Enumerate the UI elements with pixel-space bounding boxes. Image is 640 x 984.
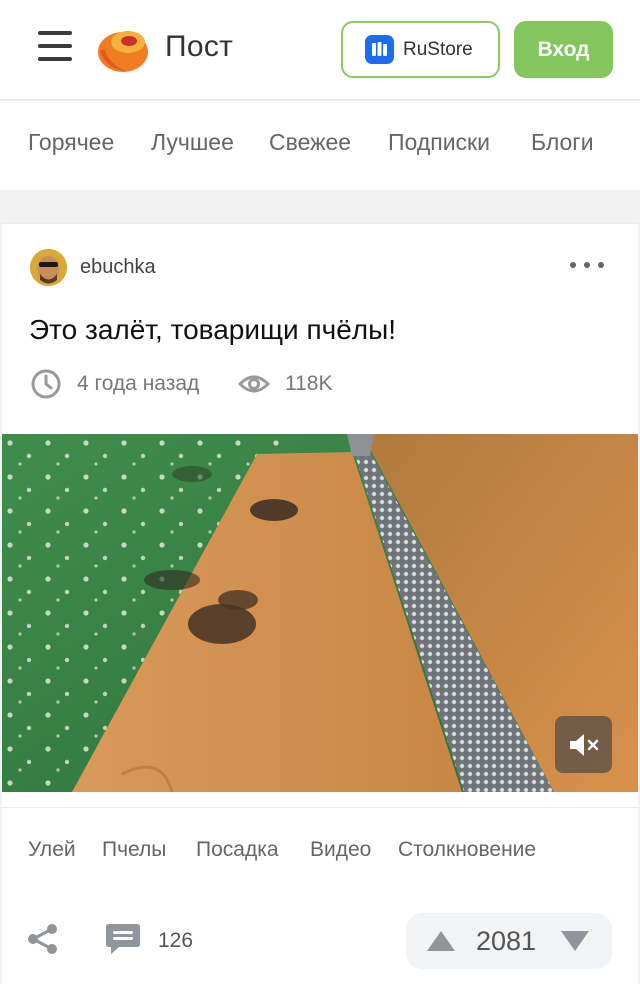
rustore-label: RuStore [403, 38, 473, 60]
login-button[interactable]: Вход [514, 21, 613, 78]
avatar[interactable] [30, 249, 67, 286]
more-icon[interactable] [570, 262, 604, 274]
author-name[interactable]: ebuchka [80, 256, 156, 279]
tag-item[interactable]: Улей [28, 838, 76, 862]
comment-icon[interactable] [105, 922, 141, 956]
comment-count[interactable]: 126 [158, 929, 193, 953]
post-title[interactable]: Это залёт, товарищи пчёлы! [29, 314, 396, 346]
tab-blogs[interactable]: Блоги [531, 129, 594, 156]
clock-icon [31, 369, 61, 399]
tab-best[interactable]: Лучшее [151, 129, 234, 156]
post-time: 4 года назад [30, 369, 199, 399]
divider [2, 807, 638, 808]
mute-button[interactable] [555, 716, 612, 773]
rating-value: 2081 [476, 926, 537, 956]
post-video[interactable] [2, 434, 638, 792]
tag-item[interactable]: Столкновение [398, 838, 536, 862]
rustore-icon [365, 35, 394, 64]
tab-fresh[interactable]: Свежее [269, 129, 351, 156]
tab-hot[interactable]: Горячее [28, 129, 114, 156]
rating-widget: 2081 [406, 913, 612, 969]
vote-down-icon[interactable] [560, 930, 590, 952]
share-icon[interactable] [26, 922, 60, 956]
logo-icon[interactable] [96, 25, 150, 73]
brand-name[interactable]: Пост [165, 30, 233, 64]
mute-icon [569, 733, 598, 756]
feed-tabs: Горячее Лучшее Свежее Подписки Блоги [0, 101, 640, 190]
tag-item[interactable]: Видео [310, 838, 371, 862]
post-views: 118K [238, 369, 333, 399]
post-views-count: 118K [285, 372, 333, 395]
top-bar: Пост RuStore Вход [0, 0, 640, 100]
vote-up-icon[interactable] [426, 930, 456, 952]
tab-subscriptions[interactable]: Подписки [388, 129, 490, 156]
post-card: ebuchka Это залёт, товарищи пчёлы! 4 год… [2, 223, 638, 984]
tag-item[interactable]: Пчелы [102, 838, 166, 862]
menu-icon[interactable] [38, 31, 72, 65]
post-time-label: 4 года назад [77, 372, 200, 395]
eye-icon [238, 375, 270, 393]
video-frame [2, 434, 638, 792]
tag-item[interactable]: Посадка [196, 838, 279, 862]
rustore-button[interactable]: RuStore [341, 21, 500, 78]
